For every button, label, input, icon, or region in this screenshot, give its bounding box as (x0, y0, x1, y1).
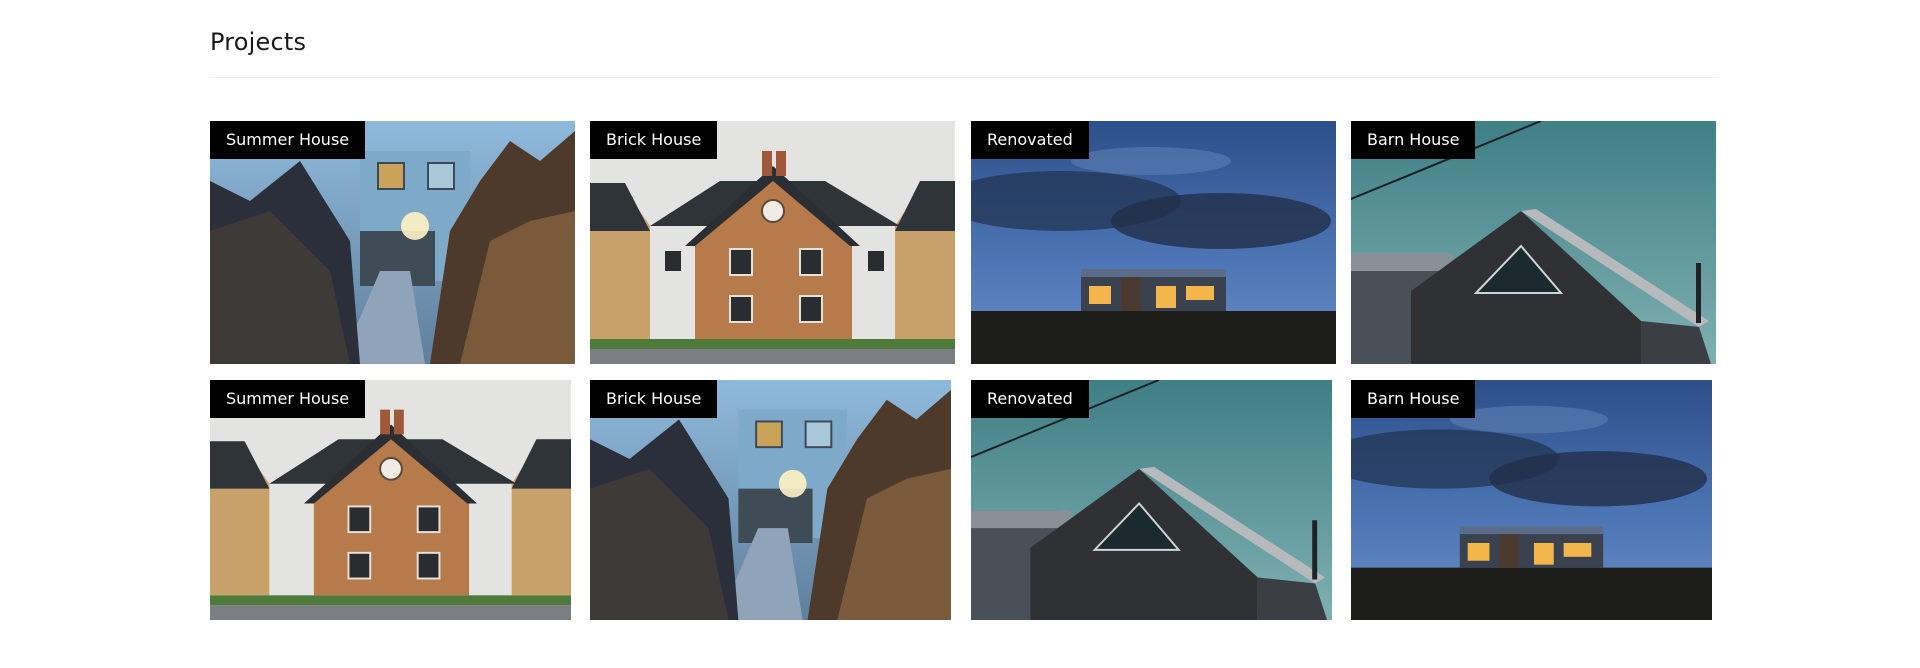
project-card-barn-house[interactable]: Barn House (1351, 380, 1712, 620)
project-label: Brick House (590, 380, 718, 418)
project-label: Barn House (1351, 380, 1476, 418)
title-divider (210, 77, 1718, 78)
project-card-brick-house[interactable]: Brick House (590, 121, 955, 364)
project-label: Barn House (1351, 121, 1476, 159)
project-label: Summer House (210, 121, 366, 159)
project-label: Renovated (971, 121, 1089, 159)
project-label: Summer House (210, 380, 366, 418)
project-card-summer-house[interactable]: Summer House (210, 380, 571, 620)
project-card-barn-house[interactable]: Barn House (1351, 121, 1716, 364)
project-label: Brick House (590, 121, 718, 159)
project-label: Renovated (971, 380, 1089, 418)
section-title: Projects (210, 28, 307, 56)
project-card-renovated[interactable]: Renovated (971, 121, 1336, 364)
project-card-summer-house[interactable]: Summer House (210, 121, 575, 364)
project-card-renovated[interactable]: Renovated (971, 380, 1332, 620)
project-card-brick-house[interactable]: Brick House (590, 380, 951, 620)
